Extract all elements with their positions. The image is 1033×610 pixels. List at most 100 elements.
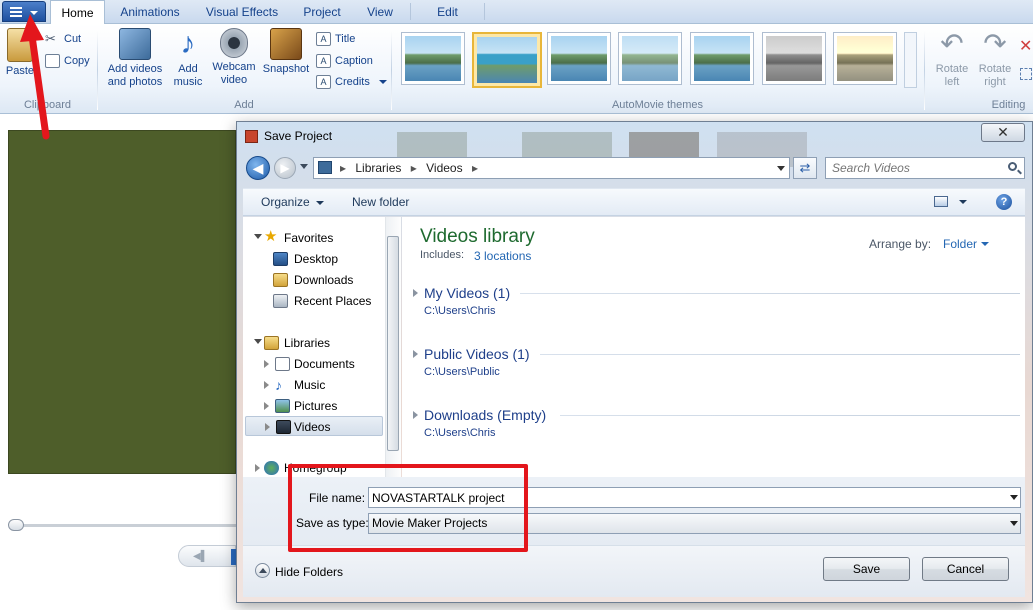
theme-cinematic[interactable] xyxy=(690,32,754,85)
theme-black-white[interactable] xyxy=(762,32,826,85)
expand-arrow-icon[interactable] xyxy=(264,360,269,368)
chevron-up-icon[interactable] xyxy=(255,563,270,578)
nav-documents[interactable]: Documents xyxy=(263,354,384,374)
rotate-right-button[interactable]: ↷ Rotate right xyxy=(974,28,1016,89)
breadcrumb-libraries[interactable]: Libraries xyxy=(355,161,401,175)
arrow-left-icon: ◀ xyxy=(252,160,264,176)
nav-favorites[interactable]: ★ Favorites xyxy=(254,228,384,248)
previous-frame-icon[interactable]: ◀▌ xyxy=(193,551,208,562)
theme-fade[interactable] xyxy=(547,32,611,85)
videos-icon xyxy=(276,420,291,434)
chevron-right-icon: ▸ xyxy=(340,161,347,175)
music-note-icon: ♪ xyxy=(180,27,196,60)
group-downloads[interactable]: Downloads (Empty) xyxy=(424,407,546,423)
expand-group-icon[interactable] xyxy=(413,289,418,297)
search-icon[interactable] xyxy=(1008,162,1017,171)
expand-group-icon[interactable] xyxy=(413,411,418,419)
chevron-right-icon: ▸ xyxy=(471,161,478,175)
expand-group-icon[interactable] xyxy=(413,350,418,358)
view-options-dropdown[interactable] xyxy=(959,200,967,204)
nav-downloads[interactable]: Downloads xyxy=(273,270,384,290)
breadcrumb: ▸ Libraries ▸ Videos ▸ xyxy=(340,161,484,175)
remove-icon[interactable]: ✕ xyxy=(1019,36,1032,56)
nav-pictures[interactable]: Pictures xyxy=(263,396,384,416)
file-name-history-dropdown[interactable] xyxy=(1010,495,1018,500)
add-music-button[interactable]: ♪ Add music xyxy=(168,28,208,89)
nav-recent-places[interactable]: Recent Places xyxy=(273,291,384,311)
expand-arrow-icon[interactable] xyxy=(264,381,269,389)
address-dropdown[interactable] xyxy=(777,166,785,171)
rotate-left-label-1: Rotate xyxy=(935,63,969,75)
expand-arrow-icon[interactable] xyxy=(255,464,260,472)
select-all-icon[interactable] xyxy=(1020,68,1032,80)
new-folder-button[interactable]: New folder xyxy=(352,195,409,209)
arrange-by-dropdown[interactable]: Folder xyxy=(943,237,977,251)
group-my-videos[interactable]: My Videos (1) xyxy=(424,285,510,301)
organize-button[interactable]: Organize xyxy=(261,195,324,209)
search-input[interactable] xyxy=(825,157,1025,179)
group-public-videos[interactable]: Public Videos (1) xyxy=(424,346,530,362)
theme-thumbnail xyxy=(694,36,750,81)
dialog-title: Save Project xyxy=(264,129,333,143)
expand-arrow-icon[interactable] xyxy=(265,423,270,431)
tab-edit[interactable]: Edit xyxy=(425,0,470,24)
tab-project[interactable]: Project xyxy=(296,0,348,24)
expand-arrow-icon[interactable] xyxy=(264,402,269,410)
library-locations-link[interactable]: 3 locations xyxy=(474,249,531,263)
credits-label: Credits xyxy=(335,76,370,88)
nav-music[interactable]: ♪ Music xyxy=(263,375,384,395)
expand-arrow-icon[interactable] xyxy=(254,339,262,344)
playback-controls[interactable]: ◀▌ xyxy=(178,545,239,567)
group-divider xyxy=(520,293,1020,294)
tab-visual-effects[interactable]: Visual Effects xyxy=(198,0,286,24)
nav-videos[interactable]: Videos xyxy=(245,416,383,436)
cancel-button[interactable]: Cancel xyxy=(922,557,1009,581)
theme-contemporary[interactable] xyxy=(472,32,542,88)
nav-recent-places-label: Recent Places xyxy=(294,294,372,308)
library-includes-label: Includes: xyxy=(420,249,465,261)
snapshot-button[interactable]: Snapshot xyxy=(260,28,312,76)
video-preview xyxy=(8,130,236,474)
rotate-right-label-2: right xyxy=(984,76,1006,88)
movie-maker-app-icon xyxy=(245,130,258,143)
rotate-left-button[interactable]: ↶ Rotate left xyxy=(931,28,973,89)
rotate-right-label-1: Rotate xyxy=(978,63,1012,75)
close-button[interactable]: ✕ xyxy=(981,123,1025,142)
theme-thumbnail xyxy=(837,36,893,81)
theme-sepia[interactable] xyxy=(833,32,897,85)
title-button[interactable]: A Title xyxy=(316,30,355,48)
credits-button[interactable]: A Credits xyxy=(316,73,387,91)
theme-default[interactable] xyxy=(401,32,465,85)
scrollbar-thumb[interactable] xyxy=(387,236,399,451)
nav-desktop[interactable]: Desktop xyxy=(273,249,384,269)
back-button[interactable]: ◀ xyxy=(246,156,270,180)
save-button[interactable]: Save xyxy=(823,557,910,581)
seek-track[interactable] xyxy=(10,524,236,527)
add-videos-photos-button[interactable]: Add videos and photos xyxy=(102,28,168,89)
tab-animations[interactable]: Animations xyxy=(111,0,189,24)
theme-thumbnail xyxy=(551,36,607,81)
breadcrumb-videos[interactable]: Videos xyxy=(426,161,462,175)
chevron-down-icon[interactable] xyxy=(1010,521,1018,526)
caption-icon: A xyxy=(316,54,331,68)
nav-libraries[interactable]: Libraries xyxy=(254,333,384,353)
webcam-video-button[interactable]: Webcam video xyxy=(209,28,259,87)
recent-pages-dropdown[interactable] xyxy=(300,164,308,169)
caption-button[interactable]: A Caption xyxy=(316,52,373,70)
group-public-videos-path: C:\Users\Public xyxy=(424,366,500,378)
theme-pan-zoom[interactable] xyxy=(618,32,682,85)
group-my-videos-path: C:\Users\Chris xyxy=(424,305,496,317)
tab-view[interactable]: View xyxy=(358,0,402,24)
homegroup-icon xyxy=(264,461,279,475)
forward-button[interactable]: ▶ xyxy=(274,157,296,179)
credits-icon: A xyxy=(316,75,331,89)
help-icon[interactable]: ? xyxy=(996,194,1012,210)
caption-label: Caption xyxy=(335,55,373,67)
seek-slider-handle[interactable] xyxy=(8,519,24,531)
chevron-down-icon[interactable] xyxy=(981,242,989,246)
change-view-icon[interactable] xyxy=(934,196,948,207)
hide-folders-button[interactable]: Hide Folders xyxy=(275,565,343,579)
expand-arrow-icon[interactable] xyxy=(254,234,262,239)
themes-scrollbar[interactable] xyxy=(904,32,917,88)
refresh-button[interactable]: ⇄ xyxy=(793,157,817,179)
